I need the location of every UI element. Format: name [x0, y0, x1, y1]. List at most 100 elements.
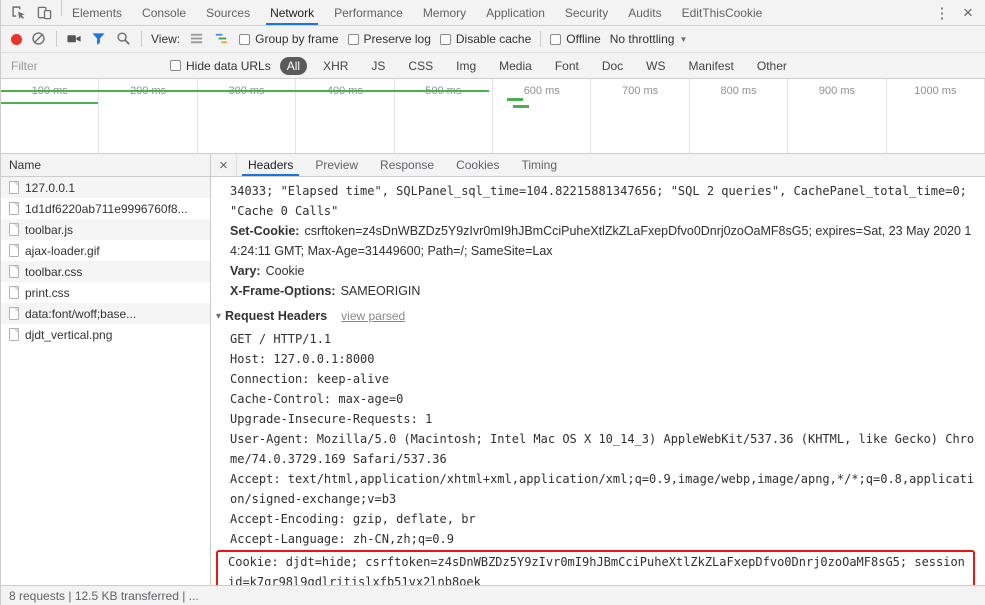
main-tab-bar: Elements Console Sources Network Perform…: [1, 0, 985, 26]
view-label: View:: [151, 32, 181, 46]
clear-log-button[interactable]: [31, 31, 47, 47]
disable-cache-checkbox[interactable]: Disable cache: [439, 32, 531, 46]
device-toolbar-button[interactable]: [31, 1, 57, 25]
chevron-down-icon: ▼: [679, 34, 688, 44]
search-icon: [117, 32, 130, 45]
tab-console[interactable]: Console: [132, 0, 196, 25]
disclosure-triangle-icon[interactable]: ▾: [216, 311, 221, 322]
network-filter-bar: Hide data URLs All XHR JS CSS Img Media …: [1, 53, 985, 79]
checkbox-icon: [439, 33, 451, 45]
request-row[interactable]: data:font/woff;base...: [1, 303, 210, 324]
network-toolbar: View: Group by frame Preserve log Disabl…: [1, 26, 985, 53]
filter-toggle-button[interactable]: [91, 31, 107, 47]
raw-request-line: User-Agent: Mozilla/5.0 (Macintosh; Inte…: [230, 432, 975, 466]
view-parsed-link[interactable]: view parsed: [341, 309, 405, 323]
detail-tab-headers[interactable]: Headers: [237, 154, 304, 176]
raw-request-line: Connection: keep-alive: [230, 372, 389, 386]
hide-data-urls-checkbox[interactable]: Hide data URLs: [170, 59, 271, 73]
filter-type-other[interactable]: Other: [750, 57, 794, 75]
raw-request-line: Cache-Control: max-age=0: [230, 392, 404, 406]
inspect-tools: [1, 0, 61, 25]
raw-request-line: Accept-Encoding: gzip, deflate, br: [230, 512, 476, 526]
request-name: 127.0.0.1: [25, 180, 76, 195]
search-button[interactable]: [116, 31, 132, 47]
waterfall-icon: [216, 33, 228, 44]
file-icon: [9, 286, 19, 299]
toolbar-separator: [56, 31, 57, 47]
checkbox-icon: [550, 33, 562, 45]
group-by-frame-checkbox[interactable]: Group by frame: [239, 32, 339, 46]
tab-audits[interactable]: Audits: [618, 0, 671, 25]
offline-label: Offline: [566, 32, 601, 46]
status-summary: 8 requests | 12.5 KB transferred | ...: [9, 588, 199, 603]
tab-memory[interactable]: Memory: [413, 0, 476, 25]
status-bar: 8 requests | 12.5 KB transferred | ...: [1, 585, 985, 605]
filter-type-ws[interactable]: WS: [639, 57, 672, 75]
response-header-x-frame-options: X-Frame-Options: SAMEORIGIN: [230, 281, 975, 301]
detail-tab-strip: × Headers Preview Response Cookies Timin…: [211, 154, 985, 177]
devtools-close-icon[interactable]: ×: [955, 1, 981, 25]
name-column-header[interactable]: Name: [1, 154, 210, 177]
preserve-log-checkbox[interactable]: Preserve log: [347, 32, 431, 46]
checkbox-icon: [170, 60, 181, 71]
request-row[interactable]: ajax-loader.gif: [1, 240, 210, 261]
tab-security[interactable]: Security: [555, 0, 618, 25]
filter-type-font[interactable]: Font: [548, 57, 586, 75]
request-row[interactable]: toolbar.js: [1, 219, 210, 240]
filmstrip-capture-button[interactable]: [66, 31, 82, 47]
request-row[interactable]: print.css: [1, 282, 210, 303]
tab-elements[interactable]: Elements: [62, 0, 132, 25]
network-overview-timeline[interactable]: 100 ms 200 ms 300 ms 400 ms 500 ms 600 m…: [1, 79, 985, 154]
throttling-select[interactable]: No throttling ▼: [610, 32, 688, 46]
file-icon: [9, 202, 19, 215]
file-icon: [9, 265, 19, 278]
checkbox-icon: [347, 33, 359, 45]
filter-type-js[interactable]: JS: [364, 57, 392, 75]
tick-label: 900 ms: [818, 85, 855, 97]
tab-network[interactable]: Network: [260, 0, 324, 25]
tab-sources[interactable]: Sources: [196, 0, 260, 25]
tab-performance[interactable]: Performance: [324, 0, 413, 25]
header-name: X-Frame-Options:: [230, 284, 336, 298]
overview-toggle[interactable]: [214, 31, 230, 47]
response-header-set-cookie: Set-Cookie: csrftoken=z4sDnWBZDz5Y9zIvr0m…: [230, 221, 975, 261]
timeline-bar: [507, 98, 523, 101]
filter-type-css[interactable]: CSS: [401, 57, 440, 75]
filter-type-all[interactable]: All: [279, 56, 308, 75]
detail-tab-cookies[interactable]: Cookies: [445, 154, 510, 176]
file-icon: [9, 328, 19, 341]
request-headers-section: ▾ Request Headers view parsed: [216, 309, 975, 323]
detail-tab-timing[interactable]: Timing: [510, 154, 568, 176]
headers-content: 34033; "Elapsed time", SQLPanel_sql_time…: [211, 177, 985, 585]
filter-type-media[interactable]: Media: [492, 57, 539, 75]
tab-editthiscookie[interactable]: EditThisCookie: [672, 0, 773, 25]
filter-type-img[interactable]: Img: [449, 57, 483, 75]
filter-type-doc[interactable]: Doc: [595, 57, 630, 75]
filter-input[interactable]: [11, 58, 161, 73]
request-row[interactable]: 1d1df6220ab711e9996760f8...: [1, 198, 210, 219]
request-row[interactable]: djdt_vertical.png: [1, 324, 210, 345]
timeline-bar: [513, 105, 529, 108]
list-rows-icon: [191, 33, 203, 44]
request-headers-title: Request Headers: [225, 309, 328, 323]
checkbox-icon: [239, 33, 251, 45]
network-main-area: Name 127.0.0.1 1d1df6220ab711e9996760f8.…: [1, 154, 985, 585]
offline-checkbox[interactable]: Offline: [550, 32, 601, 46]
header-value: SAMEORIGIN: [340, 284, 421, 298]
record-button[interactable]: [11, 33, 22, 45]
request-row[interactable]: 127.0.0.1: [1, 177, 210, 198]
file-icon: [9, 307, 19, 320]
inspect-element-button[interactable]: [5, 1, 31, 25]
tab-application[interactable]: Application: [476, 0, 555, 25]
filter-type-manifest[interactable]: Manifest: [682, 57, 741, 75]
request-list: Name 127.0.0.1 1d1df6220ab711e9996760f8.…: [1, 154, 211, 585]
request-name: toolbar.js: [25, 222, 74, 237]
request-row[interactable]: toolbar.css: [1, 261, 210, 282]
detail-tab-preview[interactable]: Preview: [304, 154, 369, 176]
filter-type-xhr[interactable]: XHR: [316, 57, 355, 75]
kebab-menu-icon[interactable]: ⋮: [929, 1, 955, 25]
detail-tab-response[interactable]: Response: [369, 154, 445, 176]
request-name: djdt_vertical.png: [25, 327, 113, 342]
close-details-icon[interactable]: ×: [211, 154, 237, 176]
small-rows-toggle[interactable]: [189, 31, 205, 47]
